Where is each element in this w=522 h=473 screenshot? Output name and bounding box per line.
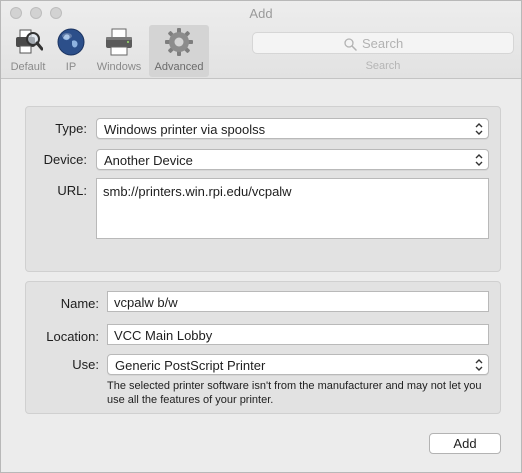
chevron-updown-icon bbox=[475, 154, 483, 166]
type-popup[interactable]: Windows printer via spoolss bbox=[96, 118, 489, 139]
toolbar: Add Default IP Windows Advanced Search S… bbox=[1, 1, 521, 79]
name-field[interactable]: vcpalw b/w bbox=[107, 291, 489, 312]
device-label: Device: bbox=[43, 152, 87, 167]
tab-windows[interactable]: Windows bbox=[92, 25, 146, 77]
tab-ip-label: IP bbox=[65, 61, 77, 73]
use-label: Use: bbox=[72, 357, 99, 372]
gear-icon bbox=[165, 28, 193, 56]
location-field[interactable]: VCC Main Lobby bbox=[107, 324, 489, 345]
device-value: Another Device bbox=[104, 153, 193, 168]
printer-icon bbox=[106, 28, 132, 56]
search-field[interactable]: Search bbox=[252, 32, 514, 54]
globe-icon bbox=[57, 28, 85, 56]
add-printer-window: Add Default IP Windows Advanced Search S… bbox=[0, 0, 522, 473]
use-popup[interactable]: Generic PostScript Printer bbox=[107, 354, 489, 375]
window-title: Add bbox=[249, 6, 273, 21]
url-field[interactable]: smb://printers.win.rpi.edu/vcpalw bbox=[96, 178, 489, 239]
tab-advanced[interactable]: Advanced bbox=[149, 25, 209, 77]
url-value: smb://printers.win.rpi.edu/vcpalw bbox=[103, 184, 292, 199]
chevron-updown-icon bbox=[475, 123, 483, 135]
device-popup[interactable]: Another Device bbox=[96, 149, 489, 170]
tab-default-label: Default bbox=[10, 61, 46, 73]
tab-advanced-label: Advanced bbox=[154, 61, 204, 73]
type-label: Type: bbox=[55, 121, 87, 136]
name-label: Name: bbox=[60, 296, 99, 311]
add-button[interactable]: Add bbox=[429, 433, 501, 454]
tab-windows-label: Windows bbox=[96, 61, 142, 73]
use-value: Generic PostScript Printer bbox=[115, 358, 266, 373]
search-caption: Search bbox=[365, 60, 401, 72]
location-label: Location: bbox=[46, 329, 99, 344]
url-label: URL: bbox=[57, 183, 87, 198]
type-value: Windows printer via spoolss bbox=[104, 122, 266, 137]
location-value: VCC Main Lobby bbox=[114, 328, 213, 343]
chevron-updown-icon bbox=[475, 359, 483, 371]
default-printers-icon bbox=[16, 29, 43, 54]
name-value: vcpalw b/w bbox=[114, 295, 178, 310]
tab-ip[interactable]: IP bbox=[54, 25, 88, 77]
tab-default[interactable]: Default bbox=[6, 25, 50, 77]
search-placeholder-text: Search bbox=[362, 36, 404, 51]
search-icon bbox=[344, 38, 357, 51]
driver-warning-note: The selected printer software isn't from… bbox=[107, 380, 482, 406]
